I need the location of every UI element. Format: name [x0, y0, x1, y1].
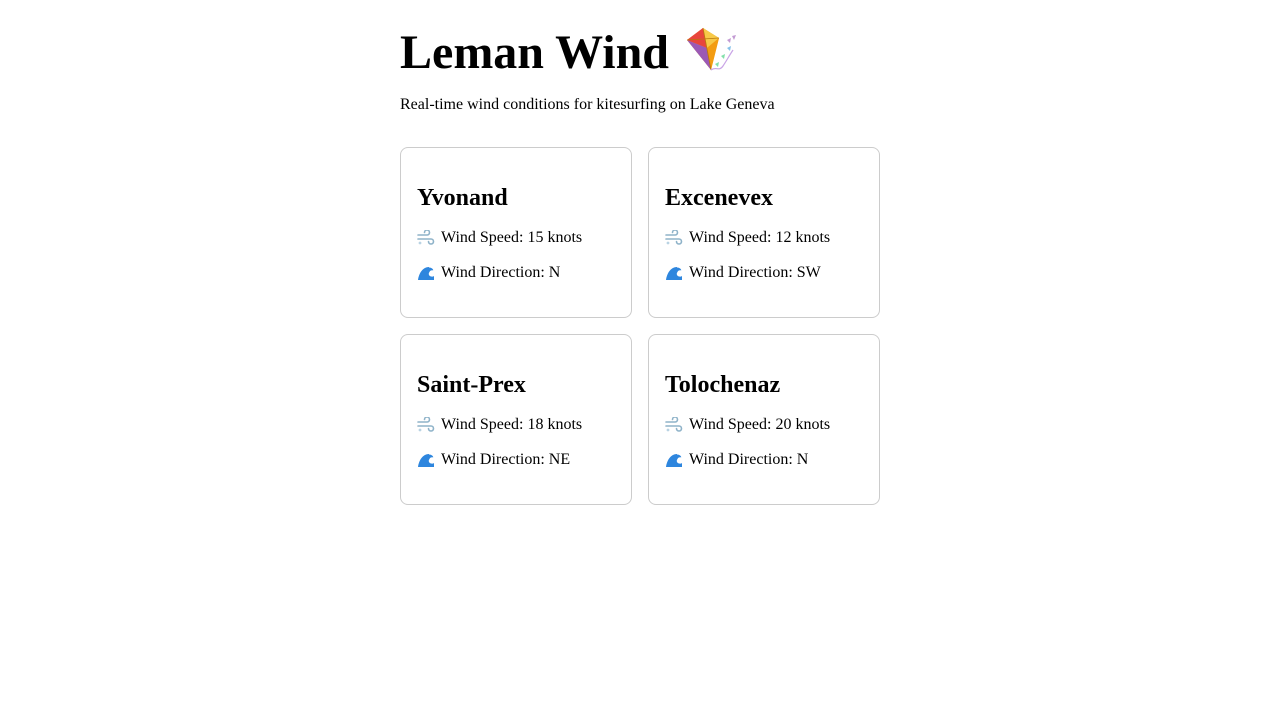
- wind-direction-value: Wind Direction: NE: [441, 451, 571, 468]
- page-subtitle: Real-time wind conditions for kitesurfin…: [400, 96, 775, 113]
- kite-icon: [686, 27, 736, 71]
- wind-blow-icon: [665, 229, 683, 245]
- page-title: Leman Wind: [400, 0, 880, 82]
- wind-direction-row: Wind Direction: NE: [417, 450, 615, 469]
- wind-speed-value: Wind Speed: 20 knots: [689, 416, 831, 433]
- water-wave-icon: [666, 266, 683, 280]
- wind-speed-row: Wind Speed: 12 knots: [665, 228, 863, 247]
- spots-grid: Yvonand Wind Speed: 15 knots Wind Direct…: [400, 147, 880, 505]
- wind-direction-value: Wind Direction: N: [689, 451, 809, 468]
- wind-direction-value: Wind Direction: N: [441, 264, 561, 281]
- wind-direction-row: Wind Direction: SW: [665, 263, 863, 282]
- water-wave-icon: [666, 453, 683, 467]
- wind-speed-value: Wind Speed: 12 knots: [689, 229, 831, 246]
- wind-blow-icon: [417, 229, 435, 245]
- water-wave-icon: [418, 266, 435, 280]
- spot-name: Excenevex: [665, 185, 773, 211]
- page-title-text: Leman Wind: [400, 26, 669, 79]
- wind-speed-row: Wind Speed: 15 knots: [417, 228, 615, 247]
- spot-name: Saint-Prex: [417, 372, 526, 398]
- spot-name: Tolochenaz: [665, 372, 781, 398]
- water-wave-icon: [418, 453, 435, 467]
- spot-card-excenevex: Excenevex Wind Speed: 12 knots Wind Dire…: [648, 147, 880, 318]
- page-container: Leman Wind Real-time wind conditions for…: [400, 0, 880, 505]
- spot-card-saint-prex: Saint-Prex Wind Speed: 18 knots Wind Dir…: [400, 334, 632, 505]
- wind-blow-icon: [665, 416, 683, 432]
- wind-speed-value: Wind Speed: 18 knots: [441, 416, 583, 433]
- wind-speed-value: Wind Speed: 15 knots: [441, 229, 583, 246]
- spot-card-tolochenaz: Tolochenaz Wind Speed: 20 knots Wind Dir…: [648, 334, 880, 505]
- spot-name: Yvonand: [417, 185, 508, 211]
- spot-card-yvonand: Yvonand Wind Speed: 15 knots Wind Direct…: [400, 147, 632, 318]
- wind-blow-icon: [417, 416, 435, 432]
- wind-direction-value: Wind Direction: SW: [689, 264, 821, 281]
- wind-direction-row: Wind Direction: N: [417, 263, 615, 282]
- wind-direction-row: Wind Direction: N: [665, 450, 863, 469]
- wind-speed-row: Wind Speed: 18 knots: [417, 415, 615, 434]
- wind-speed-row: Wind Speed: 20 knots: [665, 415, 863, 434]
